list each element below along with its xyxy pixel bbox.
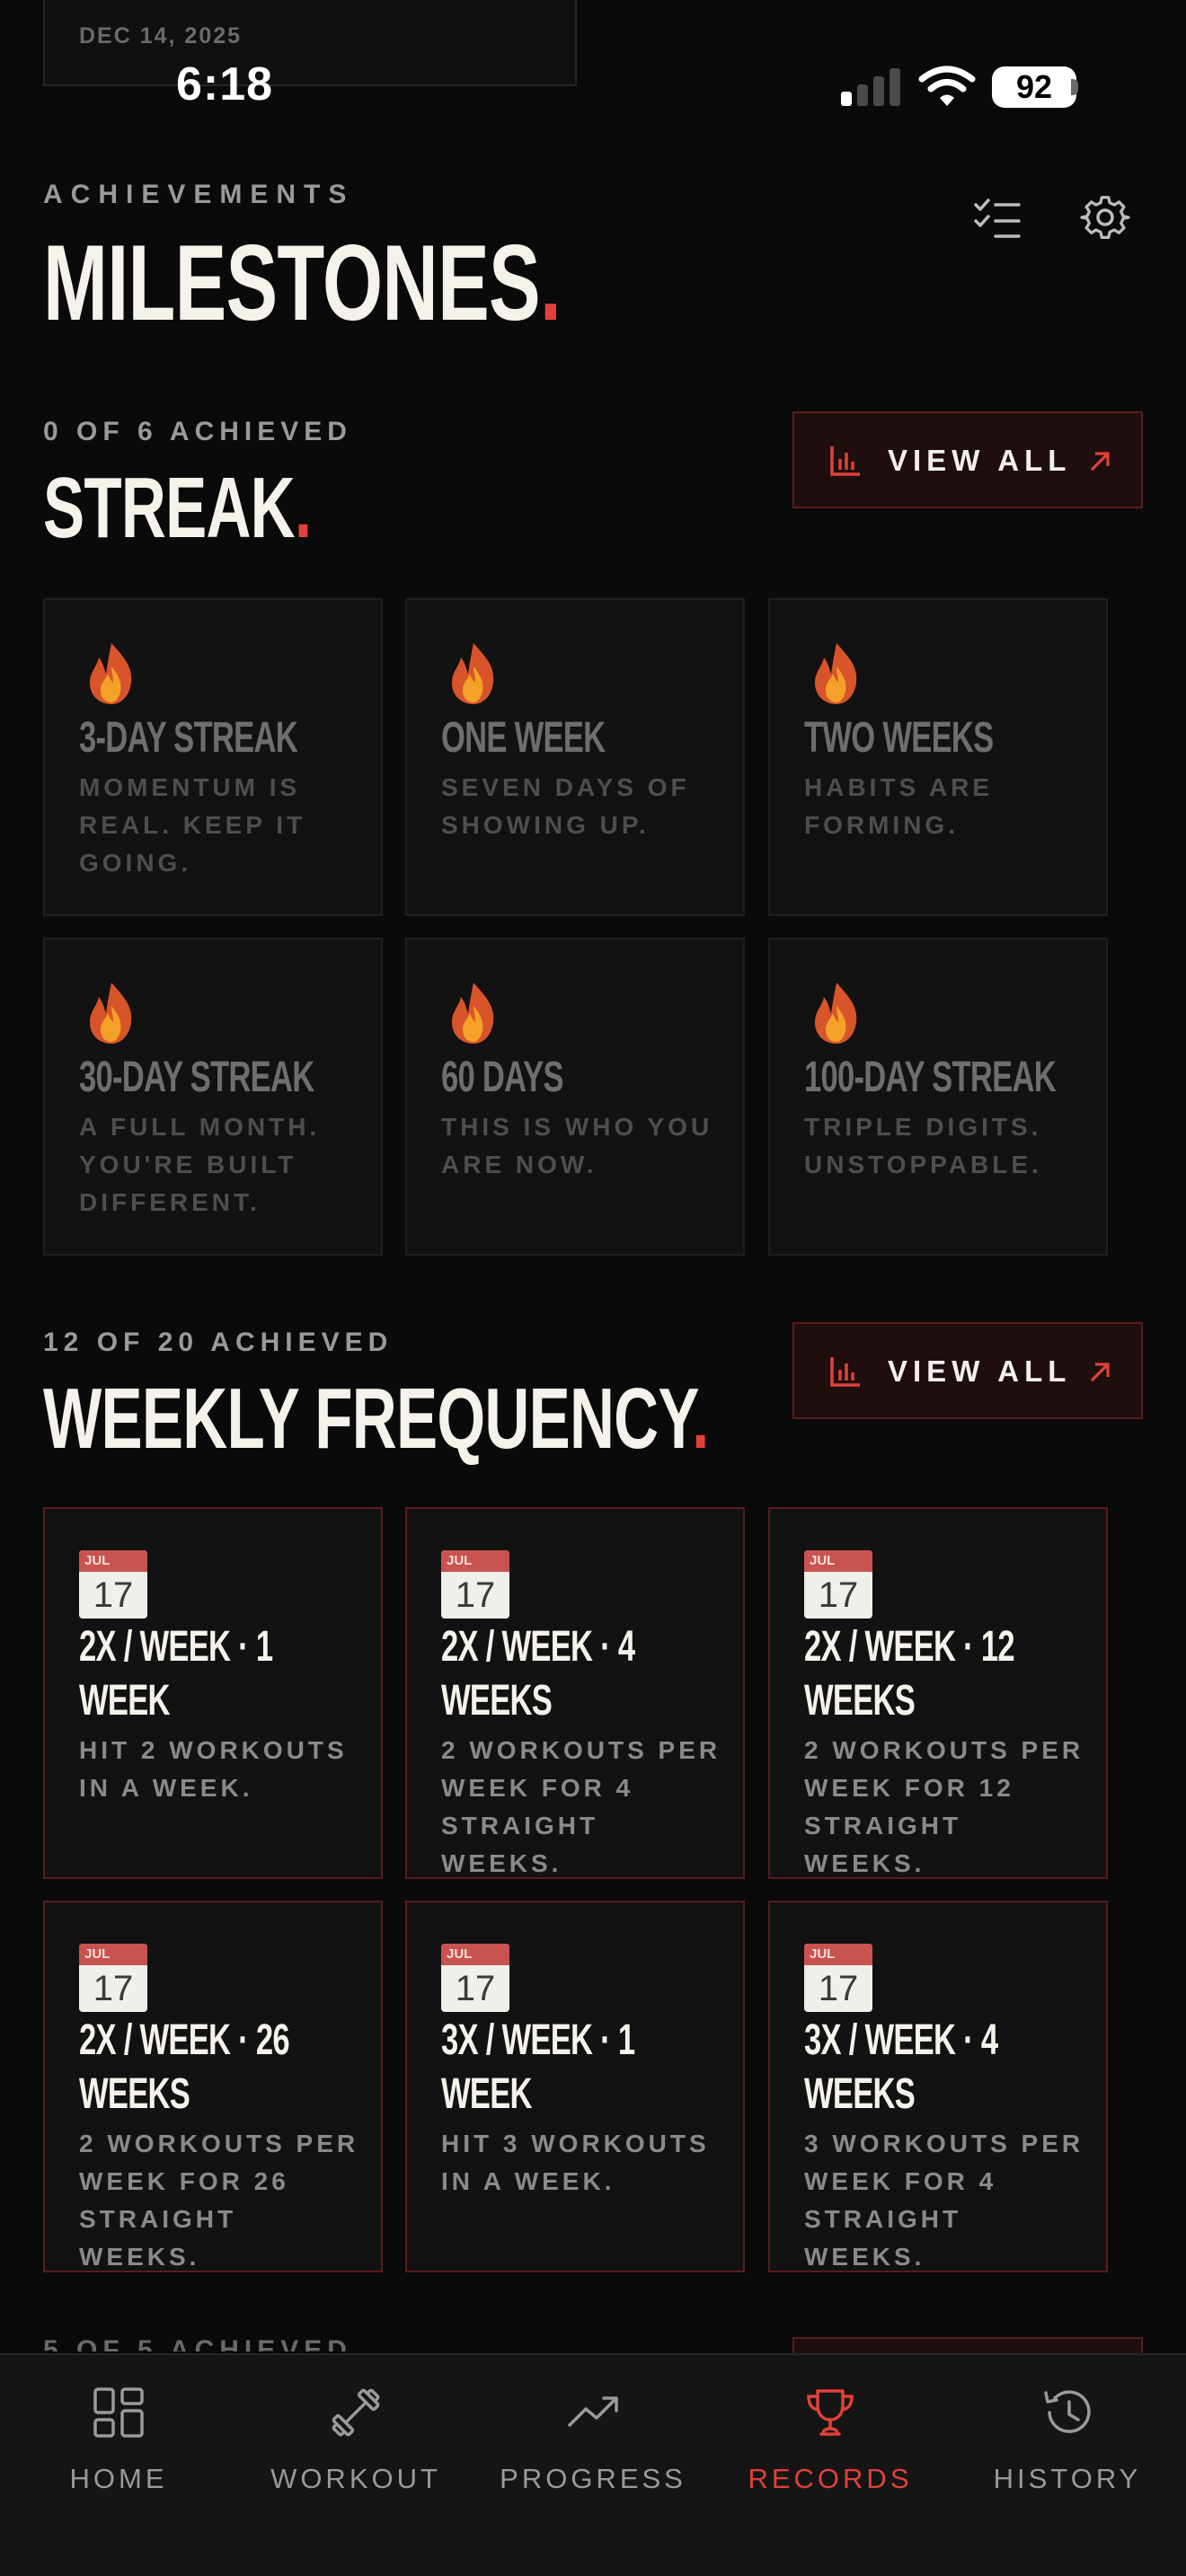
tab-home[interactable]: HOME: [0, 2355, 237, 2535]
trophy-icon: [807, 2389, 854, 2436]
tab-label: HOME: [69, 2463, 168, 2494]
card-description: HABITS ARE FORMING.: [804, 773, 994, 839]
card-description: SEVEN DAYS OF SHOWING UP.: [441, 773, 690, 839]
tab-label: HISTORY: [993, 2463, 1142, 2494]
card-title: 30-DAY STREAK: [79, 1054, 314, 1101]
tab-history[interactable]: HISTORY: [949, 2355, 1186, 2535]
fire-icon: [815, 643, 857, 704]
tab-label: WORKOUT: [270, 2463, 441, 2494]
home-grid-icon: [93, 2387, 144, 2438]
card-title: 100-DAY STREAK: [804, 1054, 1057, 1101]
fire-icon: [815, 983, 857, 1044]
card-title: 60 DAYS: [441, 1054, 564, 1101]
card-description: TRIPLE DIGITS. UNSTOPPABLE.: [804, 1113, 1042, 1178]
streak-card-100-day[interactable]: 100-DAY STREAK TRIPLE DIGITS. UNSTOPPABL…: [768, 938, 1108, 1256]
bottom-tab-bar: HOME WORKOUT PROGRESS RECORDS HISTORY: [0, 2353, 1186, 2576]
weekly-card-3x-1-week[interactable]: JUL 17 3X / WEEK · 1 WEEK HIT 3 WORKOUTS …: [405, 1901, 745, 2272]
page-eyebrow: ACHIEVEMENTS: [43, 180, 355, 209]
card-description: HIT 3 WORKOUTS IN A WEEK.: [441, 2130, 710, 2195]
battery-indicator: 92: [992, 66, 1076, 108]
weekly-progress-label: 12 OF 20 ACHIEVED: [43, 1328, 394, 1357]
card-title: 2X / WEEK · 4 WEEKS: [441, 1623, 635, 1725]
arrow-up-right-icon: [1090, 1363, 1110, 1382]
weekly-card-3x-4-weeks[interactable]: JUL 17 3X / WEEK · 4 WEEKS 3 WORKOUTS PER…: [768, 1901, 1108, 2272]
previous-card-date: DEC 14, 2025: [79, 23, 243, 49]
weekly-view-all-button[interactable]: VIEW ALL: [792, 1322, 1143, 1419]
bar-chart-icon: [830, 1357, 860, 1387]
streak-card-60-days[interactable]: 60 DAYS THIS IS WHO YOU ARE NOW.: [405, 938, 745, 1256]
calendar-icon: JUL 17: [441, 1944, 509, 2012]
tab-records[interactable]: RECORDS: [712, 2355, 949, 2535]
weekly-card-2x-12-weeks[interactable]: JUL 17 2X / WEEK · 12 WEEKS 2 WORKOUTS PE…: [768, 1507, 1108, 1879]
calendar-icon: JUL 17: [441, 1550, 509, 1619]
card-description: THIS IS WHO YOU ARE NOW.: [441, 1113, 713, 1178]
calendar-icon: JUL 17: [79, 1550, 147, 1619]
status-time: 6:18: [176, 58, 274, 110]
tab-progress[interactable]: PROGRESS: [474, 2355, 712, 2535]
wifi-icon: [918, 66, 976, 106]
streak-progress-label: 0 OF 6 ACHIEVED: [43, 417, 352, 446]
tab-label: PROGRESS: [500, 2463, 686, 2494]
card-title: 3X / WEEK · 4 WEEKS: [804, 2016, 998, 2118]
card-description: 2 WORKOUTS PER WEEK FOR 12 STRAIGHT WEEK…: [804, 1736, 1084, 1877]
card-description: 3 WORKOUTS PER WEEK FOR 4 STRAIGHT WEEKS…: [804, 2130, 1084, 2271]
history-icon: [1044, 2390, 1091, 2433]
calendar-icon: JUL 17: [804, 1944, 872, 2012]
card-title: 3-DAY STREAK: [79, 714, 298, 762]
weekly-card-2x-26-weeks[interactable]: JUL 17 2X / WEEK · 26 WEEKS 2 WORKOUTS PE…: [43, 1901, 383, 2272]
fire-icon: [452, 643, 494, 704]
streak-view-all-button[interactable]: VIEW ALL: [792, 411, 1143, 508]
calendar-icon: JUL 17: [79, 1944, 147, 2012]
fire-icon: [90, 643, 132, 704]
page-title: MILESTONES.: [43, 223, 562, 343]
card-title: TWO WEEKS: [804, 714, 994, 762]
calendar-icon: JUL 17: [804, 1550, 872, 1619]
streak-card-one-week[interactable]: ONE WEEK SEVEN DAYS OF SHOWING UP.: [405, 598, 745, 916]
fire-icon: [452, 983, 494, 1044]
tab-label: RECORDS: [748, 2463, 913, 2494]
arrow-up-right-icon: [1090, 452, 1110, 472]
card-title: 2X / WEEK · 12 WEEKS: [804, 1623, 1015, 1725]
streak-card-3-day[interactable]: 3-DAY STREAK MOMENTUM IS REAL. KEEP IT G…: [43, 598, 383, 916]
previous-card-peek: DEC 14, 2025: [43, 0, 577, 86]
bar-chart-icon: [830, 446, 860, 476]
card-description: A FULL MONTH. YOU'RE BUILT DIFFERENT.: [79, 1113, 321, 1216]
streak-card-two-weeks[interactable]: TWO WEEKS HABITS ARE FORMING.: [768, 598, 1108, 916]
streak-section-title: STREAK.: [43, 460, 312, 556]
fire-icon: [90, 983, 132, 1044]
next-section-eyebrow: 5 OF 5 ACHIEVED: [43, 2335, 352, 2351]
card-title: 2X / WEEK · 26 WEEKS: [79, 2016, 290, 2118]
card-description: 2 WORKOUTS PER WEEK FOR 26 STRAIGHT WEEK…: [79, 2130, 359, 2271]
streak-card-30-day[interactable]: 30-DAY STREAK A FULL MONTH. YOU'RE BUILT…: [43, 938, 383, 1256]
checklist-icon[interactable]: [972, 194, 1022, 244]
battery-tip: [1071, 79, 1078, 95]
trend-up-icon: [568, 2396, 618, 2427]
weekly-card-2x-4-weeks[interactable]: JUL 17 2X / WEEK · 4 WEEKS 2 WORKOUTS PER…: [405, 1507, 745, 1879]
view-all-label: VIEW ALL: [888, 1354, 1072, 1388]
card-description: HIT 2 WORKOUTS IN A WEEK.: [79, 1736, 348, 1802]
weekly-card-2x-1-week[interactable]: JUL 17 2X / WEEK · 1 WEEK HIT 2 WORKOUTS …: [43, 1507, 383, 1879]
card-description: 2 WORKOUTS PER WEEK FOR 4 STRAIGHT WEEKS…: [441, 1736, 721, 1877]
card-title: 3X / WEEK · 1 WEEK: [441, 2016, 635, 2118]
view-all-label: VIEW ALL: [888, 444, 1072, 477]
card-title: ONE WEEK: [441, 714, 606, 762]
cellular-signal-icon: [841, 66, 902, 106]
weekly-section-title: WEEKLY FREQUENCY.: [43, 1371, 709, 1467]
card-description: MOMENTUM IS REAL. KEEP IT GOING.: [79, 773, 306, 877]
settings-gear-icon[interactable]: [1080, 194, 1130, 244]
dumbbell-icon: [332, 2388, 380, 2437]
tab-workout[interactable]: WORKOUT: [237, 2355, 474, 2535]
card-title: 2X / WEEK · 1 WEEK: [79, 1623, 273, 1725]
